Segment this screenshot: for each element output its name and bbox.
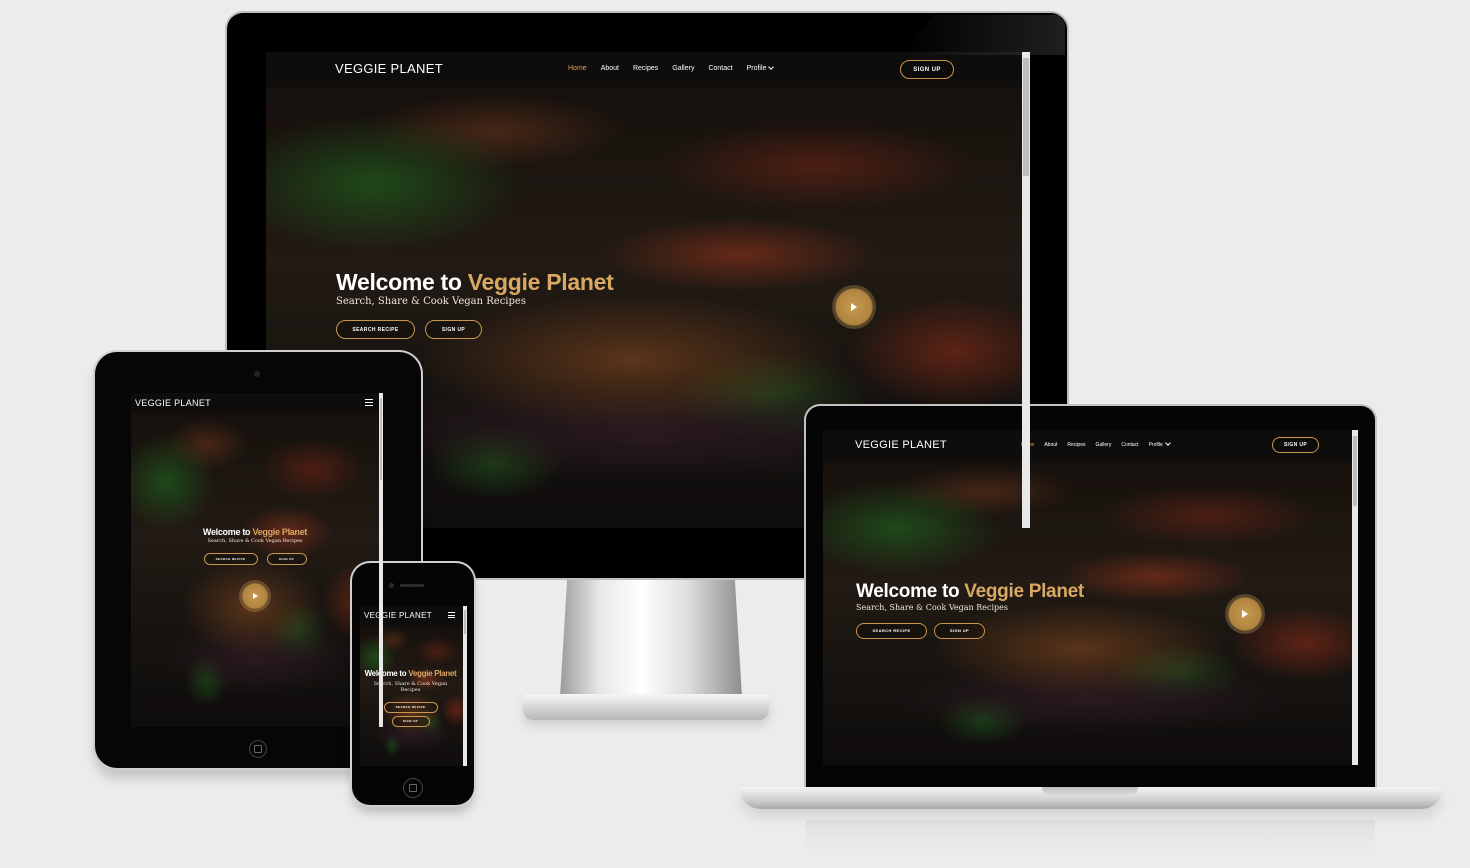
monitor-base <box>523 694 769 720</box>
hero-subtitle: Search, Share & Cook Vegan Recipes <box>373 680 448 694</box>
hero-title-highlight: Veggie Planet <box>964 581 1084 602</box>
tablet-home-button[interactable] <box>249 740 267 758</box>
scrollbar-thumb[interactable] <box>1023 58 1029 176</box>
laptop-notch <box>1042 787 1138 795</box>
desktop-navbar: VEGGIE PLANET Home About Recipes Gallery… <box>266 52 1030 87</box>
hero-signup-button[interactable]: SIGN UP <box>425 320 482 340</box>
hero-title-prefix: Welcome to <box>202 527 251 537</box>
play-icon <box>1242 610 1248 618</box>
search-recipe-button[interactable]: SEARCH RECIPE <box>203 553 258 566</box>
brand-logo[interactable]: VEGGIE PLANET <box>335 61 443 76</box>
hero-subtitle: Search, Share & Cook Vegan Recipes <box>336 296 526 308</box>
hero-title-prefix: Welcome to <box>336 269 462 295</box>
hero-content: Welcome to Veggie Planet Search, Share &… <box>363 668 458 727</box>
search-recipe-button[interactable]: SEARCH RECIPE <box>336 320 415 340</box>
chevron-down-icon <box>768 64 775 70</box>
hero-signup-button[interactable]: SIGN UP <box>934 622 985 639</box>
hero-section <box>131 413 383 727</box>
nav-signup-button[interactable]: SIGN UP <box>1272 437 1319 453</box>
nav-profile-dropdown[interactable]: Profile <box>1148 440 1171 448</box>
nav-about[interactable]: About <box>1044 442 1057 448</box>
laptop-site: VEGGIE PLANET Home About Recipes Gallery… <box>823 430 1358 765</box>
play-video-button[interactable] <box>242 583 268 609</box>
hero-title-prefix: Welcome to <box>856 581 960 602</box>
hero-buttons: SEARCH RECIPE SIGN UP <box>856 622 1084 639</box>
phone-camera <box>389 583 394 588</box>
nav-links: Home About Recipes Gallery Contact Profi… <box>568 64 775 72</box>
hamburger-menu-icon[interactable] <box>448 612 455 618</box>
search-recipe-button[interactable]: SEARCH RECIPE <box>856 622 927 639</box>
chevron-down-icon <box>1164 440 1171 446</box>
play-video-button[interactable] <box>1228 597 1262 631</box>
scrollbar-thumb[interactable] <box>464 610 466 634</box>
phone-navbar: VEGGIE PLANET <box>360 606 467 626</box>
hero-buttons: SEARCH RECIPE SIGN UP <box>131 553 379 566</box>
nav-contact[interactable]: Contact <box>708 65 732 72</box>
tablet-camera <box>254 371 260 377</box>
play-icon <box>851 303 857 311</box>
phone-scrollbar[interactable] <box>463 606 467 766</box>
nav-gallery[interactable]: Gallery <box>1096 442 1112 448</box>
laptop-scrollbar[interactable] <box>1352 430 1358 765</box>
hamburger-menu-icon[interactable] <box>365 399 373 406</box>
hero-buttons: SEARCH RECIPE SIGN UP <box>363 701 458 727</box>
hero-signup-button[interactable]: SIGN UP <box>266 553 307 566</box>
nav-recipes[interactable]: Recipes <box>633 65 658 72</box>
brand-logo[interactable]: VEGGIE PLANET <box>364 611 432 620</box>
search-recipe-button[interactable]: SEARCH RECIPE <box>383 701 438 713</box>
hero-subtitle: Search, Share & Cook Vegan Recipes <box>207 538 303 545</box>
monitor-stand <box>560 577 742 697</box>
tablet-site: VEGGIE PLANET Welcome to Veggie Planet S… <box>131 393 383 727</box>
play-video-button[interactable] <box>835 288 873 326</box>
hero-title-highlight: Veggie Planet <box>408 669 457 678</box>
hero-title-highlight: Veggie Planet <box>252 527 308 537</box>
hero-title: Welcome to Veggie Planet <box>336 269 614 295</box>
hero-content: Welcome to Veggie Planet Search, Share &… <box>336 269 614 340</box>
tablet-scrollbar[interactable] <box>379 393 383 727</box>
nav-profile-label: Profile <box>746 65 767 72</box>
hero-title: Welcome to Veggie Planet <box>856 582 1084 602</box>
hero-title-highlight: Veggie Planet <box>467 269 614 295</box>
laptop-navbar: VEGGIE PLANET Home About Recipes Gallery… <box>823 430 1358 461</box>
nav-signup-button[interactable]: SIGN UP <box>900 60 954 79</box>
phone-speaker <box>400 584 424 587</box>
hero-title: Welcome to Veggie Planet <box>131 527 379 537</box>
nav-profile-label: Profile <box>1148 442 1163 448</box>
hero-title-prefix: Welcome to <box>364 669 407 678</box>
nav-links: Home About Recipes Gallery Contact Profi… <box>1021 440 1171 448</box>
hero-buttons: SEARCH RECIPE SIGN UP <box>336 320 613 340</box>
phone-home-button[interactable] <box>403 778 423 798</box>
nav-about[interactable]: About <box>601 65 619 72</box>
nav-contact[interactable]: Contact <box>1121 442 1138 448</box>
desktop-scrollbar[interactable] <box>1022 52 1030 528</box>
hero-signup-button[interactable]: SIGN UP <box>391 715 430 727</box>
hero-title: Welcome to Veggie Planet <box>363 668 458 680</box>
scrollbar-thumb[interactable] <box>380 398 382 480</box>
tablet-navbar: VEGGIE PLANET <box>131 393 383 413</box>
nav-recipes[interactable]: Recipes <box>1067 442 1085 448</box>
play-icon <box>252 593 258 599</box>
brand-logo[interactable]: VEGGIE PLANET <box>855 439 947 451</box>
hero-content: Welcome to Veggie Planet Search, Share &… <box>131 527 379 566</box>
nav-gallery[interactable]: Gallery <box>672 65 694 72</box>
hero-subtitle: Search, Share & Cook Vegan Recipes <box>856 602 1008 612</box>
brand-logo[interactable]: VEGGIE PLANET <box>135 398 211 408</box>
scrollbar-thumb[interactable] <box>1353 436 1357 506</box>
phone-site: VEGGIE PLANET Welcome to Veggie Planet S… <box>360 606 467 766</box>
nav-home[interactable]: Home <box>568 65 587 72</box>
nav-profile-dropdown[interactable]: Profile <box>746 64 775 72</box>
hero-content: Welcome to Veggie Planet Search, Share &… <box>856 582 1084 639</box>
laptop-reflection <box>806 820 1375 852</box>
